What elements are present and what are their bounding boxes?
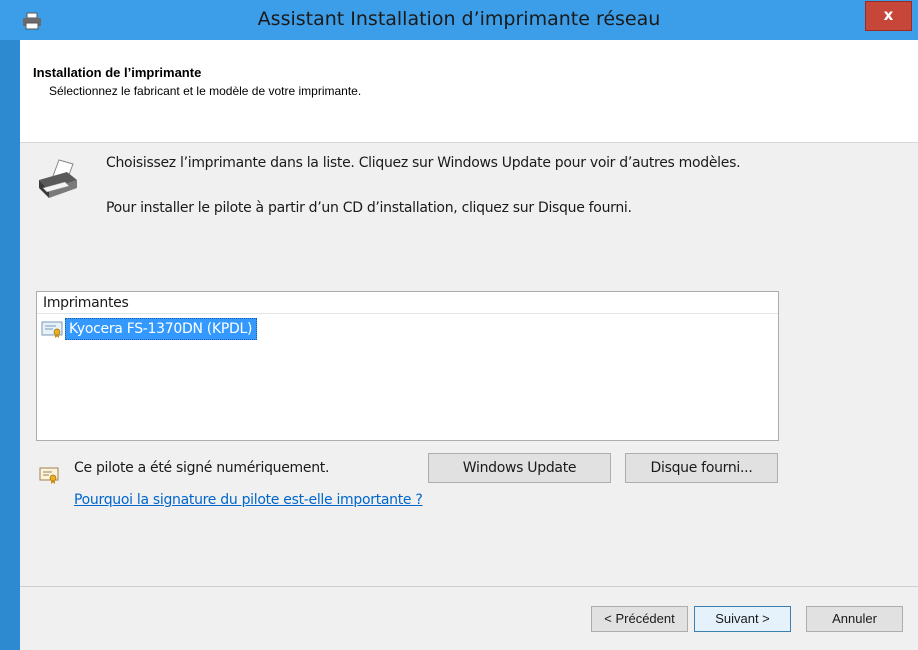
signature-info-link[interactable]: Pourquoi la signature du pilote est-elle… (74, 492, 423, 508)
certificate-icon (39, 467, 59, 484)
page-title: Installation de l’imprimante (33, 65, 202, 80)
list-column-header[interactable]: Imprimantes (37, 292, 778, 314)
page-subtitle: Sélectionnez le fabricant et le modèle d… (49, 84, 362, 98)
column-header-label: Imprimantes (43, 295, 129, 311)
printer-icon (39, 159, 77, 198)
certificate-icon (41, 321, 63, 338)
footer-divider (20, 586, 918, 587)
have-disk-button[interactable]: Disque fourni... (625, 453, 778, 483)
next-button[interactable]: Suivant > (694, 606, 791, 632)
instruction-text: Choisissez l’imprimante dans la liste. C… (106, 155, 741, 171)
instruction-text-cd: Pour installer le pilote à partir d’un C… (106, 200, 632, 216)
windows-update-button[interactable]: Windows Update (428, 453, 611, 483)
wizard-header: Installation de l’imprimante Sélectionne… (20, 40, 918, 143)
signature-status: Ce pilote a été signé numériquement. (74, 460, 330, 476)
cancel-button[interactable]: Annuler (806, 606, 903, 632)
back-button[interactable]: < Précédent (591, 606, 688, 632)
title-bar[interactable]: Assistant Installation d’imprimante rése… (0, 0, 918, 40)
window-title: Assistant Installation d’imprimante rése… (257, 8, 661, 30)
printer-list[interactable]: Imprimantes Kyocera FS-1370DN (KPDL) (36, 291, 779, 441)
wizard-window: Assistant Installation d’imprimante rése… (0, 0, 918, 650)
wizard-content: Installation de l’imprimante Sélectionne… (20, 40, 918, 650)
close-button[interactable]: x (865, 1, 912, 31)
printer-item-label: Kyocera FS-1370DN (KPDL) (65, 318, 258, 340)
